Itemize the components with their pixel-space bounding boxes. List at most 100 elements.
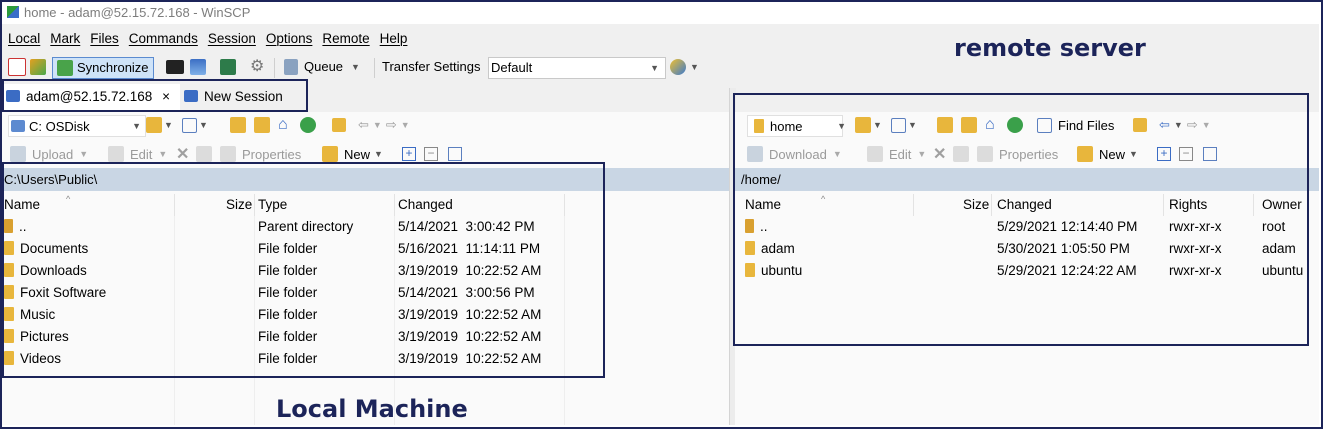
local-select-all-button[interactable]: + bbox=[402, 142, 416, 166]
local-path-bar[interactable]: C:\Users\Public\ bbox=[2, 168, 729, 191]
menu-commands[interactable]: Commands bbox=[129, 31, 198, 46]
remote-filter-select-button[interactable] bbox=[1203, 142, 1217, 166]
remote-properties-button[interactable]: Properties bbox=[977, 142, 1058, 166]
local-properties-button[interactable]: Properties bbox=[220, 142, 301, 166]
sync-browse-button[interactable] bbox=[30, 55, 46, 79]
file-changed: 5/29/2021 12:24:22 AM bbox=[997, 263, 1137, 278]
remote-refresh-button[interactable] bbox=[1007, 113, 1023, 137]
table-row[interactable]: Videos File folder 3/19/2019 10:22:52 AM bbox=[2, 348, 729, 370]
folder-icon bbox=[4, 263, 14, 277]
local-home-button[interactable]: ⌂ bbox=[278, 113, 288, 137]
file-type: File folder bbox=[258, 285, 318, 300]
remote-unselect-button[interactable]: − bbox=[1179, 142, 1193, 166]
local-edit-button[interactable]: Edit ▼ bbox=[108, 142, 167, 166]
local-filter-select-button[interactable] bbox=[448, 142, 462, 166]
table-row[interactable]: .. 5/29/2021 12:14:40 PM rwxr-xr-x root bbox=[735, 216, 1319, 238]
local-open-dir-button[interactable]: ▼ bbox=[146, 113, 173, 137]
local-refresh-button[interactable] bbox=[300, 113, 316, 137]
local-col-type[interactable]: Type bbox=[258, 194, 287, 216]
transfer-settings-select[interactable]: Default ▼ bbox=[488, 57, 666, 79]
remote-col-owner[interactable]: Owner bbox=[1262, 194, 1302, 216]
session-tab-label: adam@52.15.72.168 bbox=[26, 89, 153, 104]
menu-mark[interactable]: Mark bbox=[50, 31, 80, 46]
download-button[interactable]: Download ▼ bbox=[747, 142, 842, 166]
remote-col-changed[interactable]: Changed bbox=[997, 194, 1052, 216]
remote-root-dir-button[interactable] bbox=[961, 113, 977, 137]
menu-local[interactable]: Local bbox=[8, 31, 40, 46]
menu-remote[interactable]: Remote bbox=[322, 31, 369, 46]
remote-back-button[interactable]: ⇦ ▼ ⇨ ▼ bbox=[1159, 113, 1211, 137]
remote-dir-select[interactable]: home ▼ bbox=[747, 115, 846, 137]
remote-rename-button[interactable] bbox=[953, 142, 969, 166]
remote-edit-label: Edit bbox=[889, 146, 912, 162]
remote-col-rights[interactable]: Rights bbox=[1169, 194, 1207, 216]
console-button[interactable] bbox=[166, 55, 184, 79]
close-tab-icon[interactable]: × bbox=[162, 89, 170, 104]
title-bar: home - adam@52.15.72.168 - WinSCP bbox=[2, 2, 1319, 24]
table-row[interactable]: Documents File folder 5/16/2021 11:14:11… bbox=[2, 238, 729, 260]
new-session-label: New Session bbox=[204, 89, 283, 104]
table-row[interactable]: Pictures File folder 3/19/2019 10:22:52 … bbox=[2, 326, 729, 348]
remote-delete-button[interactable]: ✕ bbox=[933, 142, 946, 166]
root-folder-icon bbox=[254, 117, 270, 133]
table-row[interactable]: Downloads File folder 3/19/2019 10:22:52… bbox=[2, 260, 729, 282]
local-unselect-button[interactable]: − bbox=[424, 142, 438, 166]
local-col-changed[interactable]: Changed bbox=[398, 194, 453, 216]
remote-parent-dir-button[interactable] bbox=[937, 113, 953, 137]
table-row[interactable]: adam 5/30/2021 1:05:50 PM rwxr-xr-x adam bbox=[735, 238, 1319, 260]
local-col-size[interactable]: Size bbox=[226, 194, 252, 216]
filter-icon bbox=[1203, 147, 1217, 161]
menu-files[interactable]: Files bbox=[90, 31, 119, 46]
remote-col-size[interactable]: Size bbox=[963, 194, 989, 216]
find-files-button[interactable]: Find Files bbox=[1037, 113, 1114, 137]
file-owner: adam bbox=[1262, 241, 1296, 256]
menu-session[interactable]: Session bbox=[208, 31, 256, 46]
table-row[interactable]: Music File folder 3/19/2019 10:22:52 AM bbox=[2, 304, 729, 326]
terminal-icon bbox=[166, 60, 184, 74]
local-col-name[interactable]: Name bbox=[4, 194, 40, 216]
menu-options[interactable]: Options bbox=[266, 31, 313, 46]
putty-button[interactable] bbox=[190, 55, 206, 79]
session-tab-active[interactable]: adam@52.15.72.168 × bbox=[2, 84, 180, 110]
transfer-options-button[interactable]: ▼ bbox=[670, 55, 699, 79]
local-new-button[interactable]: New ▼ bbox=[322, 142, 383, 166]
transfer-button[interactable] bbox=[220, 55, 236, 79]
new-session-tab[interactable]: New Session bbox=[180, 84, 288, 110]
remote-select-all-button[interactable]: + bbox=[1157, 142, 1171, 166]
menu-help[interactable]: Help bbox=[380, 31, 408, 46]
folder-icon bbox=[754, 119, 764, 133]
table-row[interactable]: ubuntu 5/29/2021 12:24:22 AM rwxr-xr-x u… bbox=[735, 260, 1319, 282]
file-changed: 5/16/2021 11:14:11 PM bbox=[398, 241, 541, 256]
local-drive-select[interactable]: C: OSDisk ▼ bbox=[8, 115, 146, 137]
local-filter-button[interactable]: ▼ bbox=[182, 113, 208, 137]
remote-open-dir-button[interactable]: ▼ bbox=[855, 113, 882, 137]
rename-icon bbox=[196, 146, 212, 162]
remote-filter-button[interactable]: ▼ bbox=[891, 113, 917, 137]
remote-col-name[interactable]: Name bbox=[745, 194, 781, 216]
remote-edit-button[interactable]: Edit ▼ bbox=[867, 142, 926, 166]
local-column-header: Name ^ Size Type Changed bbox=[2, 194, 729, 216]
local-root-dir-button[interactable] bbox=[254, 113, 270, 137]
remote-home-button[interactable]: ⌂ bbox=[985, 113, 995, 137]
synchronize-button[interactable]: Synchronize bbox=[52, 57, 154, 79]
file-type: File folder bbox=[258, 263, 318, 278]
local-delete-button[interactable]: ✕ bbox=[176, 142, 189, 166]
minus-icon: − bbox=[1179, 147, 1193, 161]
local-back-button[interactable]: ⇦ ▼ ⇨ ▼ bbox=[358, 113, 410, 137]
remote-tree-button[interactable] bbox=[1133, 113, 1147, 137]
local-rename-button[interactable] bbox=[196, 142, 212, 166]
remote-new-button[interactable]: New ▼ bbox=[1077, 142, 1138, 166]
file-changed: 3/19/2019 10:22:52 AM bbox=[398, 263, 542, 278]
table-row[interactable]: .. Parent directory 5/14/2021 3:00:42 PM bbox=[2, 216, 729, 238]
remote-path: /home/ bbox=[741, 172, 781, 187]
upload-button[interactable]: Upload ▼ bbox=[10, 142, 88, 166]
table-row[interactable]: Foxit Software File folder 5/14/2021 3:0… bbox=[2, 282, 729, 304]
local-tree-button[interactable] bbox=[332, 113, 346, 137]
compare-dirs-button[interactable] bbox=[8, 55, 26, 79]
file-rights: rwxr-xr-x bbox=[1169, 219, 1222, 234]
local-parent-dir-button[interactable] bbox=[230, 113, 246, 137]
queue-button[interactable]: Queue ▼ bbox=[284, 55, 360, 79]
transfer-settings-value: Default bbox=[491, 60, 533, 75]
file-name: adam bbox=[761, 241, 795, 256]
preferences-button[interactable]: ⚙ bbox=[250, 55, 264, 79]
